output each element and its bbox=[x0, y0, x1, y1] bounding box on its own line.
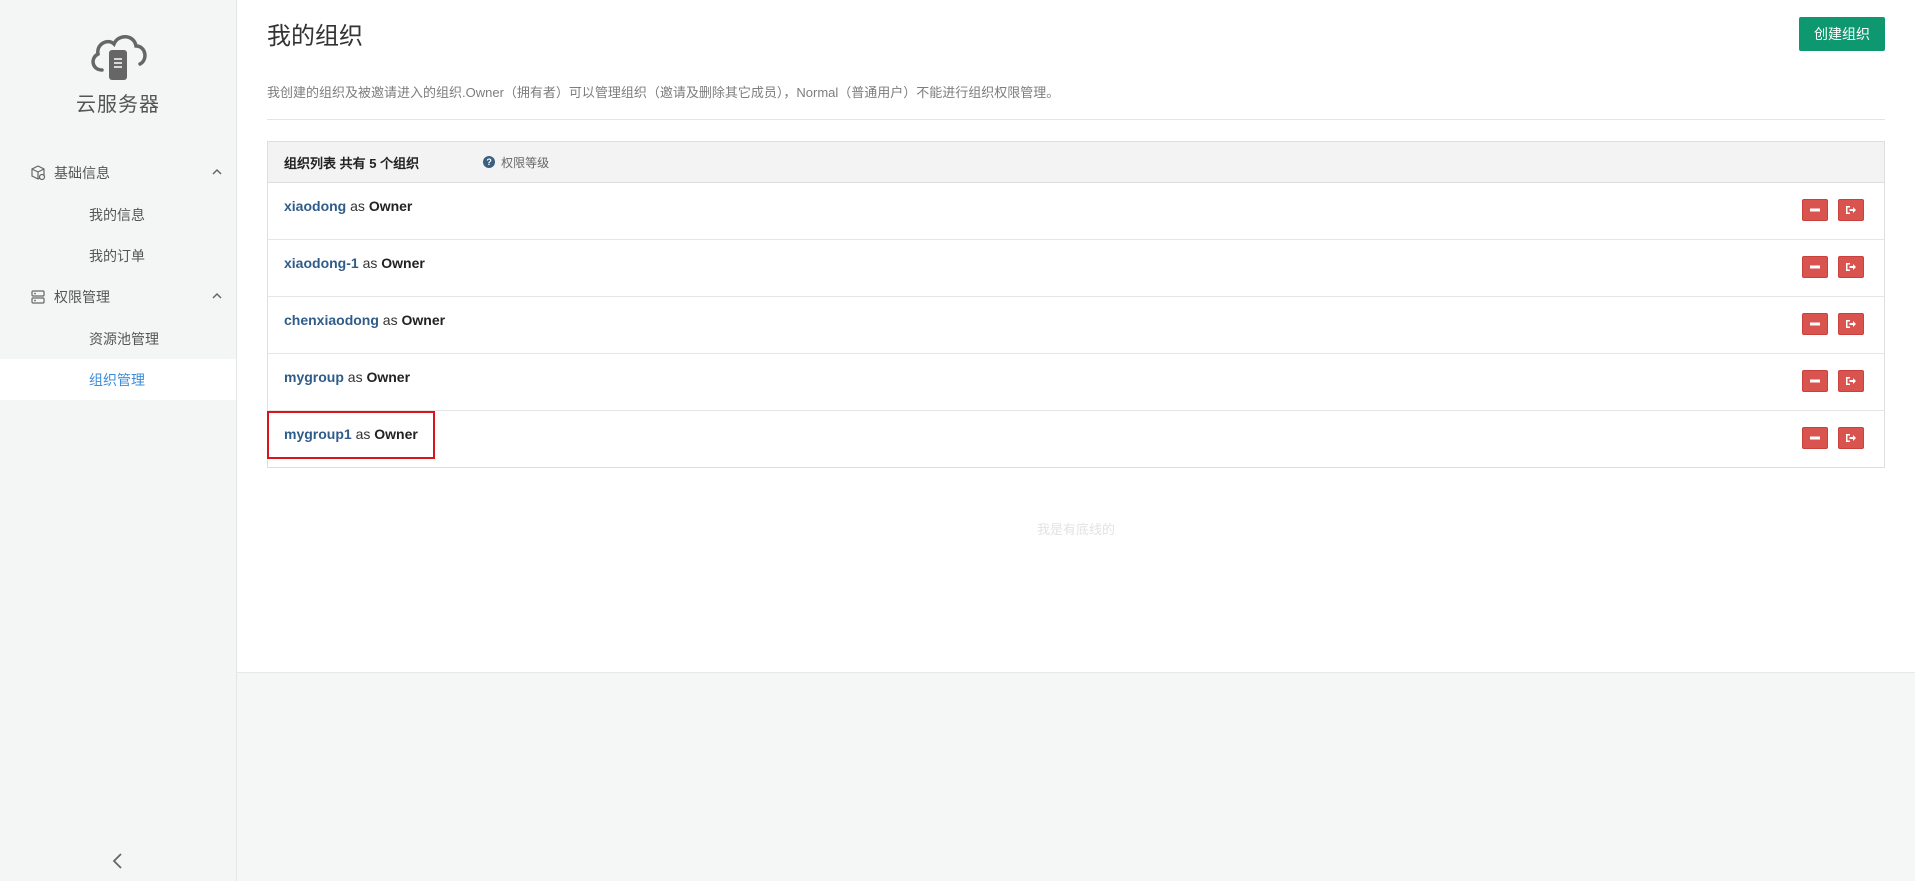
side-nav: 基础信息 我的信息 我的订单 权限管理 资源池管理 组织管理 bbox=[0, 152, 236, 400]
table-row: mygroup1 as Owner bbox=[267, 411, 1884, 467]
role-label: Owner bbox=[366, 369, 411, 385]
row-actions bbox=[1802, 256, 1864, 278]
question-circle-icon: ? bbox=[483, 156, 496, 168]
org-name-link[interactable]: mygroup1 bbox=[284, 426, 352, 442]
chevron-up-icon bbox=[210, 289, 224, 303]
exit-button[interactable] bbox=[1838, 313, 1864, 335]
chevron-up-icon bbox=[210, 165, 224, 179]
sidebar-item-my-orders[interactable]: 我的订单 bbox=[0, 235, 236, 276]
sidebar: 云服务器 基础信息 我的信息 我的订单 权限管理 资源池管理 组织管理 bbox=[0, 0, 237, 881]
org-entry: xiaodong as Owner bbox=[284, 198, 412, 214]
create-org-button[interactable]: 创建组织 bbox=[1799, 17, 1885, 51]
role-label: Owner bbox=[381, 255, 425, 271]
as-label: as bbox=[362, 255, 382, 271]
sign-out-icon bbox=[1846, 377, 1856, 385]
minus-icon bbox=[1810, 208, 1820, 212]
page-title: 我的组织 bbox=[267, 23, 363, 50]
as-label: as bbox=[382, 312, 402, 328]
collapse-sidebar-button[interactable] bbox=[108, 851, 128, 871]
remove-button[interactable] bbox=[1802, 370, 1828, 392]
row-actions bbox=[1802, 370, 1864, 392]
org-entry: xiaodong-1 as Owner bbox=[284, 255, 425, 271]
sign-out-icon bbox=[1846, 320, 1856, 328]
brand-name: 云服务器 bbox=[76, 94, 160, 116]
permission-level-label: 权限等级 bbox=[501, 155, 550, 170]
org-list-panel: 组织列表 共有 5 个组织 ? 权限等级 xiaodong as Owner x… bbox=[267, 141, 1885, 468]
permission-level-link[interactable]: ? 权限等级 bbox=[483, 154, 549, 171]
minus-icon bbox=[1810, 436, 1820, 440]
org-rows: xiaodong as Owner xiaodong-1 as Owner ch… bbox=[267, 183, 1884, 467]
main-content: 我的组织 创建组织 我创建的组织及被邀请进入的组织.Owner（拥有者）可以管理… bbox=[237, 0, 1915, 673]
minus-icon bbox=[1810, 265, 1820, 269]
table-row: chenxiaodong as Owner bbox=[268, 297, 1884, 354]
org-entry: chenxiaodong as Owner bbox=[284, 312, 445, 328]
divider bbox=[267, 119, 1885, 120]
exit-button[interactable] bbox=[1838, 256, 1864, 278]
exit-button[interactable] bbox=[1838, 199, 1864, 221]
role-label: Owner bbox=[368, 198, 413, 214]
role-label: Owner bbox=[401, 312, 446, 328]
remove-button[interactable] bbox=[1802, 427, 1828, 449]
remove-button[interactable] bbox=[1802, 256, 1828, 278]
nav-group-label: 权限管理 bbox=[54, 289, 110, 305]
footer-note: 我是有底线的 bbox=[1036, 522, 1115, 537]
nav-group-permissions[interactable]: 权限管理 bbox=[0, 276, 236, 318]
server-icon bbox=[30, 289, 46, 305]
page-description: 我创建的组织及被邀请进入的组织.Owner（拥有者）可以管理组织（邀请及删除其它… bbox=[267, 85, 1060, 100]
cube-icon bbox=[30, 165, 46, 181]
org-name-link[interactable]: xiaodong bbox=[284, 198, 346, 214]
row-actions bbox=[1802, 199, 1864, 221]
org-entry: mygroup as Owner bbox=[284, 369, 410, 385]
org-name-link[interactable]: chenxiaodong bbox=[284, 312, 379, 328]
table-row: mygroup as Owner bbox=[268, 354, 1884, 411]
table-row: xiaodong as Owner bbox=[268, 183, 1884, 240]
org-entry: mygroup1 as Owner bbox=[284, 426, 418, 442]
sidebar-item-my-info[interactable]: 我的信息 bbox=[0, 194, 236, 235]
row-actions bbox=[1802, 313, 1864, 335]
org-name-link[interactable]: mygroup bbox=[284, 369, 344, 385]
panel-header: 组织列表 共有 5 个组织 ? 权限等级 bbox=[268, 142, 1884, 183]
as-label: as bbox=[350, 198, 369, 214]
nav-group-label: 基础信息 bbox=[54, 165, 110, 181]
chevron-left-icon bbox=[112, 853, 122, 869]
remove-button[interactable] bbox=[1802, 313, 1828, 335]
exit-button[interactable] bbox=[1838, 427, 1864, 449]
logo: 云服务器 bbox=[0, 30, 236, 117]
panel-title: 组织列表 共有 5 个组织 bbox=[284, 155, 420, 171]
minus-icon bbox=[1810, 322, 1820, 326]
remove-button[interactable] bbox=[1802, 199, 1828, 221]
sign-out-icon bbox=[1846, 434, 1856, 442]
sidebar-item-org-management[interactable]: 组织管理 bbox=[0, 359, 236, 400]
exit-button[interactable] bbox=[1838, 370, 1864, 392]
table-row: xiaodong-1 as Owner bbox=[268, 240, 1884, 297]
sign-out-icon bbox=[1846, 263, 1856, 271]
as-label: as bbox=[347, 369, 367, 385]
as-label: as bbox=[355, 426, 375, 442]
sidebar-item-resource-pool[interactable]: 资源池管理 bbox=[0, 318, 236, 359]
cloud-server-icon bbox=[91, 35, 147, 80]
row-actions bbox=[1802, 427, 1864, 449]
role-label: Owner bbox=[374, 426, 418, 442]
sign-out-icon bbox=[1846, 206, 1856, 214]
minus-icon bbox=[1810, 379, 1820, 383]
nav-group-basic-info[interactable]: 基础信息 bbox=[0, 152, 236, 194]
org-name-link[interactable]: xiaodong-1 bbox=[284, 255, 359, 271]
